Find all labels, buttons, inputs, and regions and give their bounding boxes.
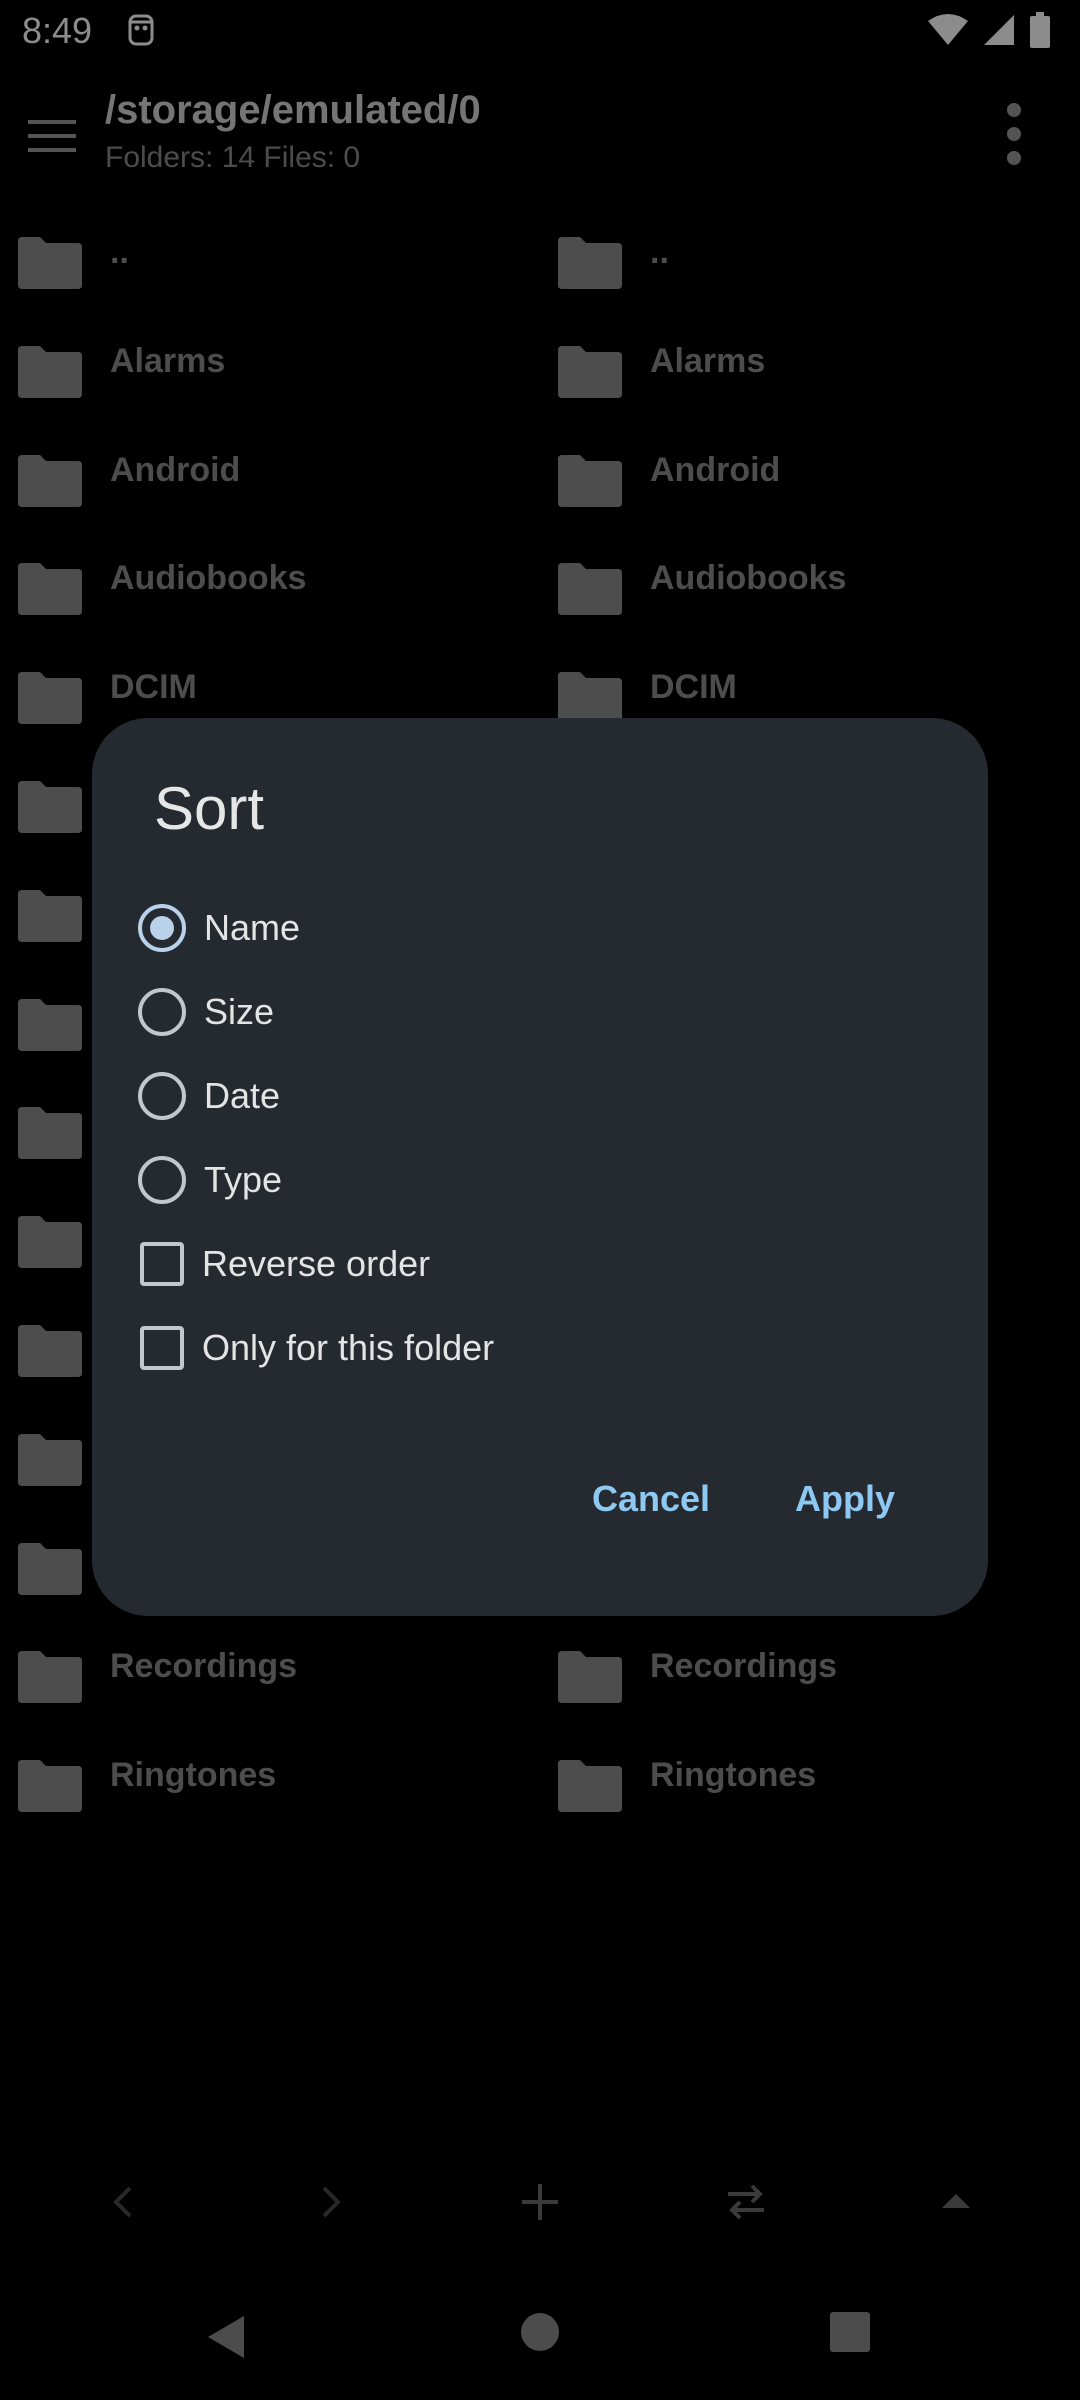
sort-option-type[interactable]: Type bbox=[136, 1142, 916, 1218]
only-this-folder-label: Only for this folder bbox=[202, 1327, 495, 1368]
only-this-folder-checkbox[interactable] bbox=[140, 1326, 184, 1370]
reverse-order-checkbox[interactable] bbox=[140, 1242, 184, 1286]
radio-size[interactable] bbox=[138, 988, 186, 1036]
cancel-button[interactable]: Cancel bbox=[592, 1478, 710, 1520]
option-label-size: Size bbox=[204, 991, 275, 1032]
screen: 8:49 /storage/emulated/0 Folders: 14 Fil… bbox=[0, 0, 1080, 2400]
sort-option-size[interactable]: Size bbox=[136, 974, 916, 1050]
radio-date[interactable] bbox=[138, 1072, 186, 1120]
reverse-order-label: Reverse order bbox=[202, 1243, 431, 1284]
sort-option-name[interactable]: Name bbox=[136, 890, 916, 966]
radio-type[interactable] bbox=[138, 1156, 186, 1204]
option-label-date: Date bbox=[204, 1075, 281, 1116]
reverse-order-checkbox-row[interactable]: Reverse order bbox=[136, 1226, 916, 1302]
sort-dialog: Sort Name Size Date Type Reverse order O… bbox=[92, 718, 988, 1616]
radio-name[interactable] bbox=[138, 904, 186, 952]
option-label-type: Type bbox=[204, 1159, 283, 1200]
option-label-name: Name bbox=[204, 907, 301, 948]
only-this-folder-checkbox-row[interactable]: Only for this folder bbox=[136, 1310, 916, 1386]
dialog-title: Sort bbox=[154, 775, 265, 842]
sort-option-date[interactable]: Date bbox=[136, 1058, 916, 1134]
apply-button[interactable]: Apply bbox=[795, 1478, 895, 1520]
